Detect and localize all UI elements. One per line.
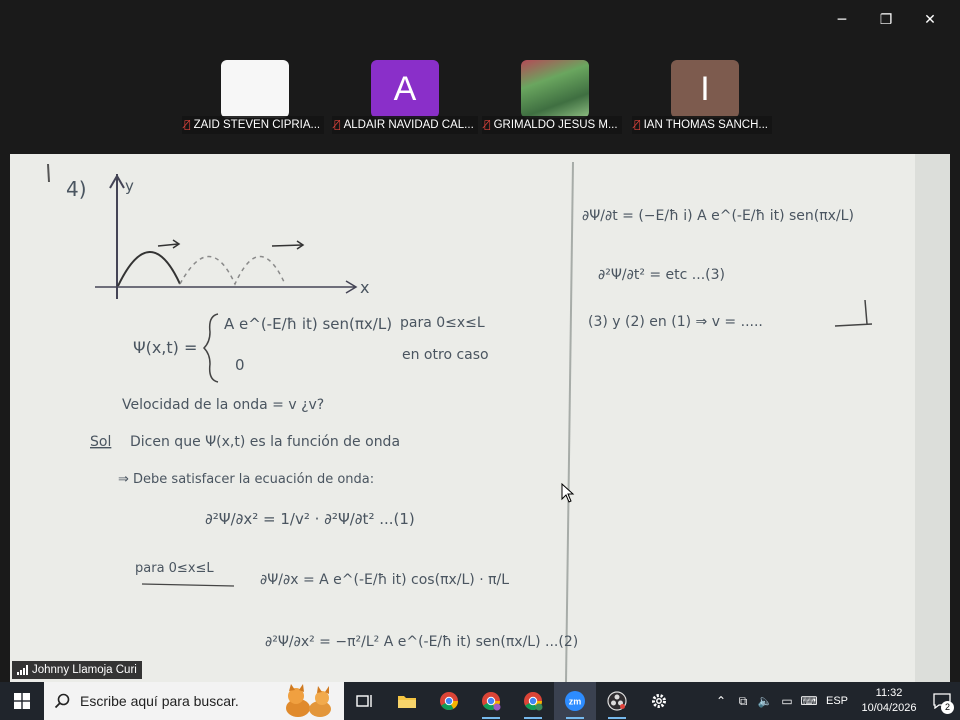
participant-video bbox=[221, 60, 289, 118]
file-explorer-button[interactable] bbox=[386, 682, 428, 720]
minimize-button[interactable]: ─ bbox=[820, 6, 864, 34]
participant-video bbox=[521, 60, 589, 118]
windows-logo-icon bbox=[14, 693, 30, 709]
system-tray: ⌃ ⧉ 🔈 ▭ ⌨ ESP 11:32 10/04/2026 2 bbox=[710, 682, 960, 720]
search-placeholder: Escribe aquí para buscar. bbox=[80, 693, 239, 709]
search-highlight-illustration bbox=[286, 684, 331, 717]
folder-icon bbox=[398, 696, 416, 708]
speaker-icon[interactable]: 🔈 bbox=[754, 682, 776, 720]
network-icon[interactable]: ▭ bbox=[776, 682, 798, 720]
participant-tile[interactable]: 🎙̸ GRIMALDO JESUS M... bbox=[480, 60, 630, 135]
solution-line-1: Dicen que Ψ(x,t) es la función de onda bbox=[130, 434, 400, 450]
active-speaker-label: Johnny Llamoja Curi bbox=[12, 661, 142, 679]
axis-x-label: x bbox=[360, 278, 369, 297]
time-derivative-1: ∂Ψ/∂t = (−E/ħ i) A e^(-E/ħ it) sen(πx/L) bbox=[582, 208, 854, 224]
notification-center-button[interactable]: 2 bbox=[924, 682, 960, 720]
task-view-button[interactable] bbox=[344, 682, 386, 720]
participant-gallery: 🎙̸ ZAID STEVEN CIPRIA... A 🎙̸ ALDAIR NAVID… bbox=[180, 60, 780, 135]
solution-label: Sol bbox=[90, 434, 111, 450]
mouse-cursor-icon bbox=[561, 483, 575, 503]
chrome-icon bbox=[440, 692, 458, 711]
mic-muted-icon: 🎙̸ bbox=[484, 118, 491, 131]
zoom-icon: zm bbox=[565, 691, 585, 711]
participant-tile[interactable]: 🎙̸ ZAID STEVEN CIPRIA... bbox=[180, 60, 330, 135]
substitution-line: (3) y (2) en (1) ⇒ v = ..... bbox=[588, 314, 763, 330]
obs-icon bbox=[607, 691, 627, 711]
close-button[interactable]: ✕ bbox=[908, 6, 952, 34]
chevron-up-icon[interactable]: ⌃ bbox=[710, 682, 732, 720]
psi-case-2-condition: en otro caso bbox=[402, 347, 489, 363]
zoom-window: ─ ❐ ✕ 🎙̸ ZAID STEVEN CIPRIA... A 🎙̸ ALDAIR… bbox=[0, 0, 960, 682]
whiteboard-drawing: 4) y x Ψ(x,t) = A e^(-E/ħ it) sen(πx/L) … bbox=[10, 154, 950, 682]
chrome-icon bbox=[482, 692, 501, 711]
shared-whiteboard-video: 4) y x Ψ(x,t) = A e^(-E/ħ it) sen(πx/L) … bbox=[10, 154, 950, 682]
signal-strength-icon bbox=[17, 665, 28, 675]
participant-name-label: 🎙̸ ALDAIR NAVIDAD CAL... bbox=[332, 116, 478, 134]
search-icon bbox=[54, 693, 70, 709]
input-language[interactable]: ESP bbox=[820, 695, 854, 707]
taskbar-search-box[interactable]: Escribe aquí para buscar. bbox=[44, 682, 344, 720]
gear-icon bbox=[652, 694, 666, 708]
question-line: Velocidad de la onda = v ¿v? bbox=[122, 397, 324, 413]
participant-name-label: 🎙̸ IAN THOMAS SANCH... bbox=[632, 116, 772, 134]
restore-button[interactable]: ❐ bbox=[864, 6, 908, 34]
windows-taskbar: Escribe aquí para buscar. zm ⌃ ⧉ 🔈 ▭ ⌨ E… bbox=[0, 682, 960, 720]
zoom-button[interactable]: zm bbox=[554, 682, 596, 720]
notification-count-badge: 2 bbox=[941, 701, 954, 714]
clock-time: 11:32 bbox=[875, 687, 903, 699]
mic-muted-icon: 🎙̸ bbox=[184, 118, 191, 131]
chrome-icon bbox=[524, 692, 543, 711]
obs-button[interactable] bbox=[596, 682, 638, 720]
mic-muted-icon: 🎙̸ bbox=[634, 118, 641, 131]
chrome-profile-button[interactable] bbox=[512, 682, 554, 720]
first-x-derivative: ∂Ψ/∂x = A e^(-E/ħ it) cos(πx/L) · π/L bbox=[260, 572, 509, 588]
taskbar-clock[interactable]: 11:32 10/04/2026 bbox=[854, 686, 924, 716]
participant-tile[interactable]: I 🎙̸ IAN THOMAS SANCH... bbox=[630, 60, 780, 135]
psi-case-1-condition: para 0≤x≤L bbox=[400, 315, 485, 331]
meet-now-icon[interactable]: ⧉ bbox=[732, 682, 754, 720]
mic-muted-icon: 🎙̸ bbox=[334, 118, 341, 131]
participant-avatar: I bbox=[671, 60, 739, 118]
task-view-icon bbox=[356, 695, 372, 707]
axis-y-label: y bbox=[125, 177, 134, 195]
time-derivative-2: ∂²Ψ/∂t² = etc ...(3) bbox=[598, 267, 725, 283]
svg-text:zm: zm bbox=[569, 697, 582, 707]
wave-equation: ∂²Ψ/∂x² = 1/v² · ∂²Ψ/∂t² ...(1) bbox=[205, 510, 415, 528]
chrome-button[interactable] bbox=[428, 682, 470, 720]
second-x-derivative: ∂²Ψ/∂x² = −π²/L² A e^(-E/ħ it) sen(πx/L)… bbox=[265, 634, 578, 650]
psi-definition-lhs: Ψ(x,t) = bbox=[133, 338, 197, 357]
participant-tile[interactable]: A 🎙̸ ALDAIR NAVIDAD CAL... bbox=[330, 60, 480, 135]
range-label: para 0≤x≤L bbox=[135, 561, 214, 576]
chrome-profile-button[interactable] bbox=[470, 682, 512, 720]
participant-avatar: A bbox=[371, 60, 439, 118]
settings-button[interactable] bbox=[638, 682, 680, 720]
participant-name-label: 🎙̸ GRIMALDO JESUS M... bbox=[482, 116, 622, 134]
participant-name-label: 🎙̸ ZAID STEVEN CIPRIA... bbox=[182, 116, 325, 134]
psi-case-1: A e^(-E/ħ it) sen(πx/L) bbox=[224, 315, 392, 333]
keyboard-icon[interactable]: ⌨ bbox=[798, 682, 820, 720]
start-button[interactable] bbox=[0, 682, 44, 720]
psi-case-2: 0 bbox=[235, 356, 245, 374]
window-controls: ─ ❐ ✕ bbox=[820, 6, 952, 34]
problem-number: 4) bbox=[66, 177, 87, 201]
solution-line-2: ⇒ Debe satisfacer la ecuación de onda: bbox=[118, 472, 374, 487]
clock-date: 10/04/2026 bbox=[861, 702, 917, 714]
